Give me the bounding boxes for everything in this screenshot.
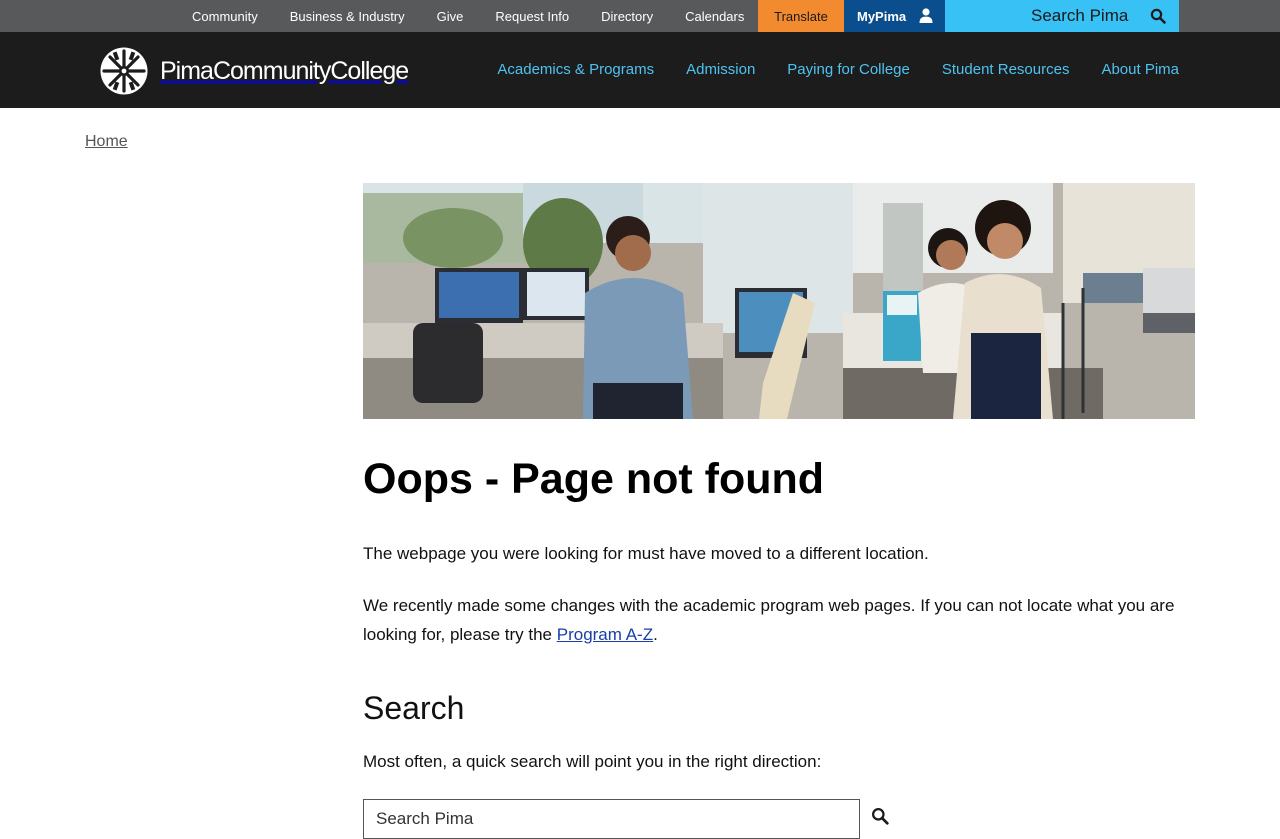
nav-academics-programs[interactable]: Academics & Programs xyxy=(497,32,654,108)
mypima-button[interactable]: MyPima xyxy=(844,0,945,32)
search-icon[interactable] xyxy=(1150,8,1166,24)
search-intro: Most often, a quick search will point yo… xyxy=(363,752,822,771)
pima-logo[interactable]: PimaCommunityCollege xyxy=(100,47,409,95)
moved-notice: The webpage you were looking for must ha… xyxy=(363,544,929,563)
program-notice-end: . xyxy=(653,625,658,644)
utility-link-give[interactable]: Give xyxy=(421,0,480,32)
main-content: Oops - Page not found The webpage you we… xyxy=(363,183,1195,839)
hero-photo xyxy=(363,183,1195,419)
breadcrumb: Home xyxy=(85,133,128,151)
search-icon[interactable] xyxy=(871,807,889,825)
mypima-label: MyPima xyxy=(857,9,907,24)
page-search-form xyxy=(363,799,1195,839)
main-header: PimaCommunityCollege Academics & Program… xyxy=(0,32,1280,108)
program-notice: We recently made some changes with the a… xyxy=(363,591,1195,649)
user-icon xyxy=(919,8,933,23)
translate-button[interactable]: Translate xyxy=(758,0,844,32)
utility-search-input[interactable] xyxy=(945,0,1141,32)
utility-bar: Community Business & Industry Give Reque… xyxy=(0,0,1280,32)
utility-link-request-info[interactable]: Request Info xyxy=(479,0,585,32)
utility-search xyxy=(945,0,1179,32)
nav-about-pima[interactable]: About Pima xyxy=(1101,32,1179,108)
page-search-input[interactable] xyxy=(363,799,860,839)
hero-image xyxy=(363,183,1195,419)
program-notice-text: We recently made some changes with the a… xyxy=(363,596,1175,644)
nav-student-resources[interactable]: Student Resources xyxy=(942,32,1070,108)
logo-text: PimaCommunityCollege xyxy=(160,56,409,85)
main-nav: Academics & Programs Admission Paying fo… xyxy=(465,32,1179,108)
utility-link-directory[interactable]: Directory xyxy=(585,0,669,32)
utility-link-calendars[interactable]: Calendars xyxy=(669,0,760,32)
nav-admission[interactable]: Admission xyxy=(686,32,755,108)
page-title: Oops - Page not found xyxy=(363,455,825,503)
program-az-link[interactable]: Program A-Z xyxy=(557,625,653,644)
nav-paying-for-college[interactable]: Paying for College xyxy=(787,32,910,108)
utility-link-business-industry[interactable]: Business & Industry xyxy=(274,0,421,32)
breadcrumb-home[interactable]: Home xyxy=(85,133,128,150)
translate-label: Translate xyxy=(774,9,828,24)
utility-link-community[interactable]: Community xyxy=(176,0,274,32)
pima-logo-icon xyxy=(100,47,148,95)
utility-nav: Community Business & Industry Give Reque… xyxy=(176,0,760,32)
search-heading: Search xyxy=(363,690,465,726)
